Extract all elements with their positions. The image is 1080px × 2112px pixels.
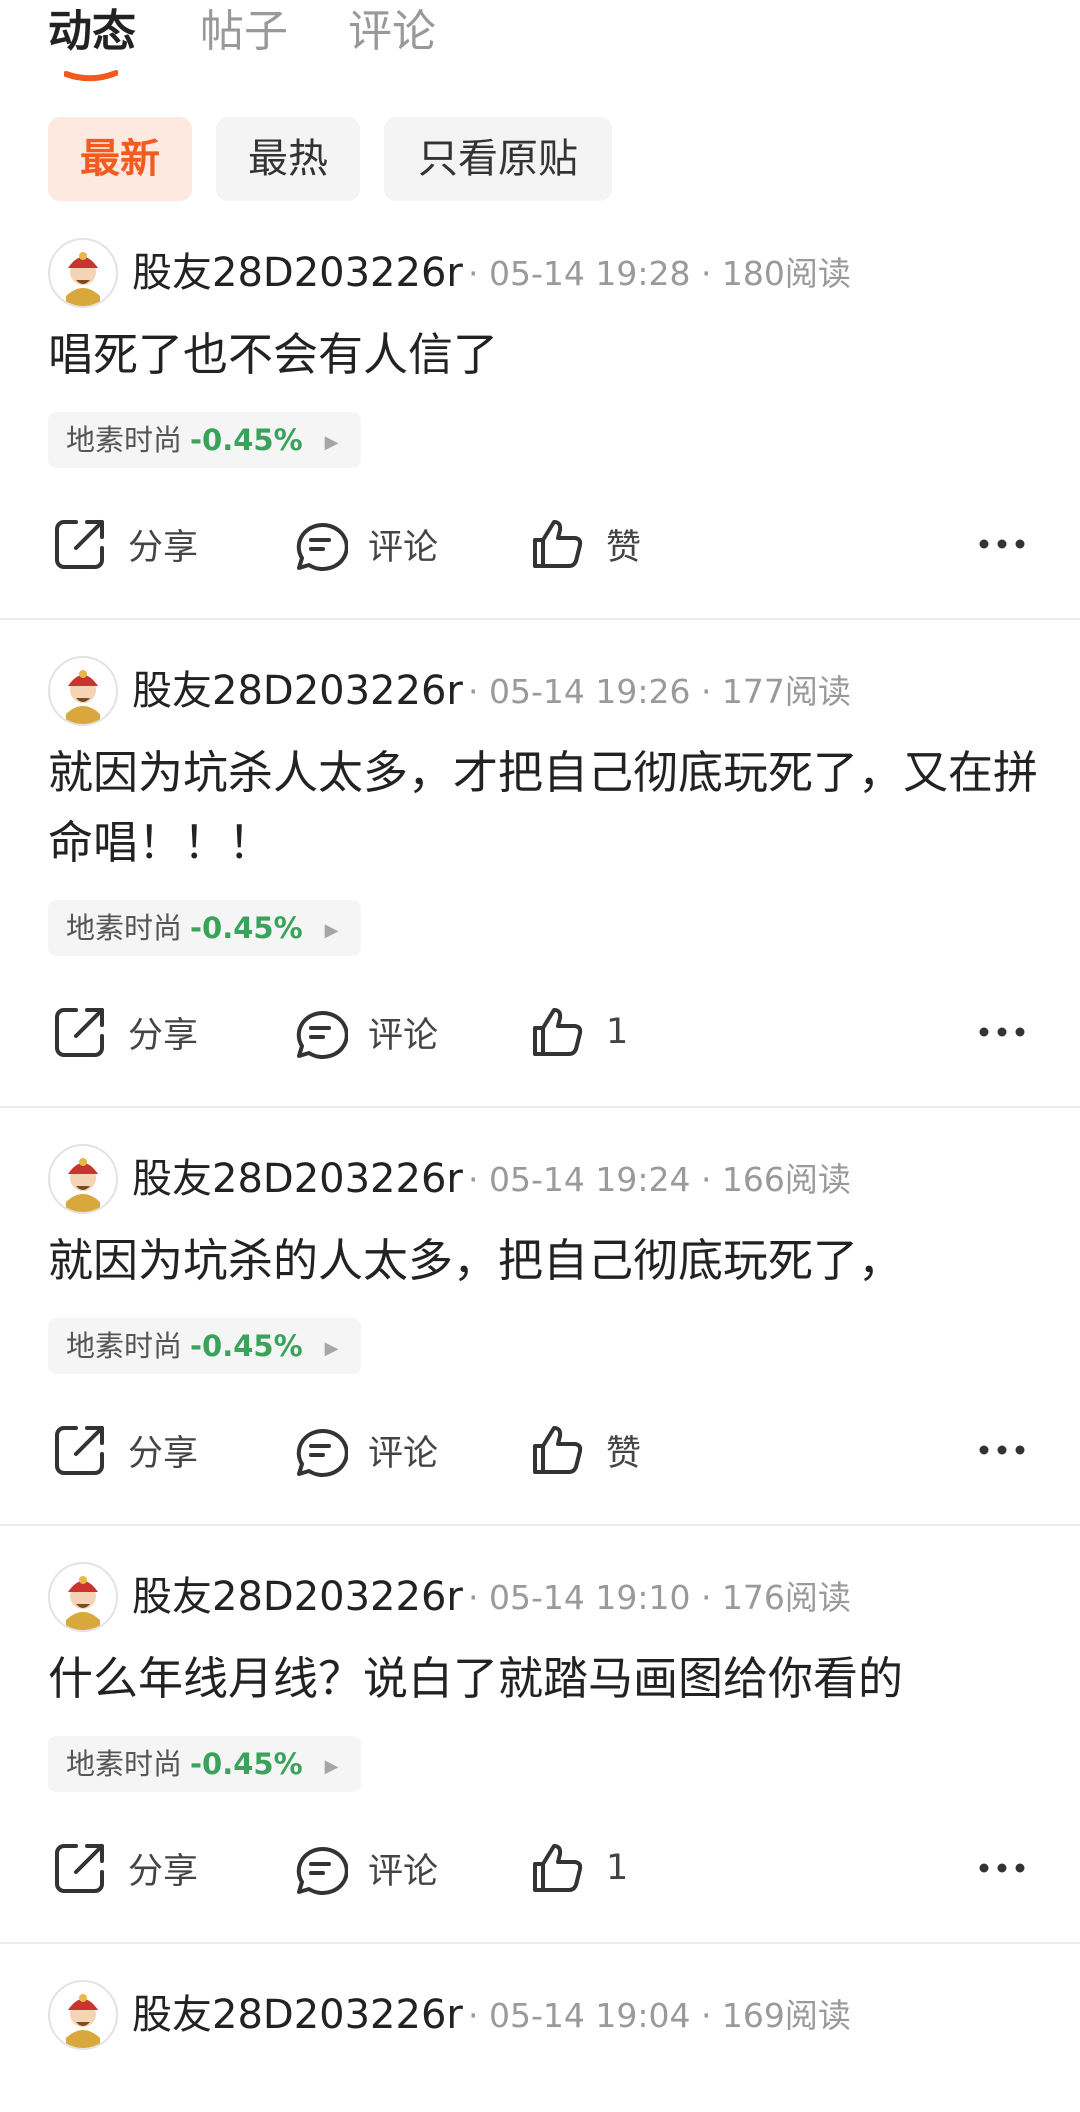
like-count: 1 <box>606 1848 629 1888</box>
user-avatar[interactable] <box>48 1980 118 2050</box>
tab-posts[interactable]: 帖子 <box>200 0 288 64</box>
more-icon[interactable] <box>978 524 1026 564</box>
stock-name: 地素时尚 <box>66 911 183 945</box>
share-button[interactable]: 分享 <box>52 992 198 1072</box>
post-actions: 分享 评论 1 <box>0 956 1080 1106</box>
post-content[interactable]: 就因为坑杀的人太多，把自己彻底玩死了， <box>48 1226 1040 1296</box>
comment-label: 评论 <box>368 1433 439 1474</box>
post-content[interactable]: 什么年线月线？说白了就踏马画图给你看的 <box>48 1644 1040 1714</box>
stock-change: -0.45% <box>190 1329 303 1363</box>
user-avatar[interactable] <box>48 238 118 308</box>
post-feed: 股友28D203226r · 05-14 19:28 · 180阅读 唱死了也不… <box>0 202 1080 2050</box>
play-arrow-icon: ▶ <box>324 1338 339 1359</box>
username[interactable]: 股友28D203226r <box>132 660 463 722</box>
comment-button[interactable]: 评论 <box>292 992 438 1072</box>
user-avatar[interactable] <box>48 1562 118 1632</box>
comment-label: 评论 <box>368 527 439 568</box>
comment-icon <box>296 1011 348 1059</box>
share-label: 分享 <box>128 1433 199 1474</box>
post-meta: · 05-14 19:10 · 176阅读 <box>468 1578 851 1617</box>
post-actions: 分享 评论 赞 <box>0 1374 1080 1524</box>
share-button[interactable]: 分享 <box>52 504 198 584</box>
share-icon <box>55 1426 104 1475</box>
play-arrow-icon: ▶ <box>324 920 339 941</box>
comment-label: 评论 <box>368 1851 439 1892</box>
stock-tag[interactable]: 地素时尚 -0.45% ▶ <box>48 1318 361 1374</box>
thumbs-up-icon <box>533 1008 583 1056</box>
username[interactable]: 股友28D203226r <box>132 242 463 304</box>
more-icon[interactable] <box>978 1430 1026 1470</box>
user-avatar[interactable] <box>48 656 118 726</box>
username[interactable]: 股友28D203226r <box>132 1984 463 2046</box>
share-button[interactable]: 分享 <box>52 1410 198 1490</box>
filter-original-only[interactable]: 只看原贴 <box>384 117 612 201</box>
stock-name: 地素时尚 <box>66 423 183 457</box>
more-icon[interactable] <box>978 1012 1026 1052</box>
play-arrow-icon: ▶ <box>324 432 339 453</box>
like-button[interactable]: 1 <box>530 992 628 1072</box>
stock-name: 地素时尚 <box>66 1747 183 1781</box>
like-button[interactable]: 赞 <box>530 1410 641 1490</box>
share-label: 分享 <box>128 1015 199 1056</box>
post-item: 股友28D203226r · 05-14 19:10 · 176阅读 什么年线月… <box>0 1526 1080 1944</box>
play-arrow-icon: ▶ <box>324 1756 339 1777</box>
tab-comments[interactable]: 评论 <box>348 0 436 64</box>
comment-button[interactable]: 评论 <box>292 1410 438 1490</box>
share-icon <box>55 1008 104 1057</box>
like-label: 赞 <box>606 1433 642 1474</box>
comment-button[interactable]: 评论 <box>292 1828 438 1908</box>
stock-change: -0.45% <box>190 911 303 945</box>
tab-bar: 动态 帖子 评论 <box>0 0 1080 92</box>
comment-icon <box>296 1847 348 1895</box>
more-icon[interactable] <box>978 1848 1026 1888</box>
post-item: 股友28D203226r · 05-14 19:04 · 169阅读 <box>0 1944 1080 2050</box>
comment-icon <box>296 1429 348 1477</box>
stock-change: -0.45% <box>190 423 303 457</box>
thumbs-up-icon <box>533 1844 583 1892</box>
stock-name: 地素时尚 <box>66 1329 183 1363</box>
post-meta: · 05-14 19:04 · 169阅读 <box>468 1996 851 2035</box>
like-button[interactable]: 赞 <box>530 504 641 584</box>
share-button[interactable]: 分享 <box>52 1828 198 1908</box>
tab-dynamics[interactable]: 动态 <box>48 0 136 64</box>
post-item: 股友28D203226r · 05-14 19:28 · 180阅读 唱死了也不… <box>0 202 1080 620</box>
share-label: 分享 <box>128 1851 199 1892</box>
active-tab-underline <box>64 70 118 82</box>
post-actions: 分享 评论 1 <box>0 1792 1080 1942</box>
username[interactable]: 股友28D203226r <box>132 1566 463 1628</box>
post-content[interactable]: 唱死了也不会有人信了 <box>48 320 1040 390</box>
user-avatar[interactable] <box>48 1144 118 1214</box>
thumbs-up-icon <box>533 520 583 568</box>
filter-latest[interactable]: 最新 <box>48 117 192 201</box>
stock-tag[interactable]: 地素时尚 -0.45% ▶ <box>48 900 361 956</box>
share-icon <box>55 520 104 569</box>
post-item: 股友28D203226r · 05-14 19:24 · 166阅读 就因为坑杀… <box>0 1108 1080 1526</box>
post-meta: · 05-14 19:28 · 180阅读 <box>468 254 851 293</box>
thumbs-up-icon <box>533 1426 583 1474</box>
share-label: 分享 <box>128 527 199 568</box>
comment-button[interactable]: 评论 <box>292 504 438 584</box>
post-actions: 分享 评论 赞 <box>0 468 1080 618</box>
stock-change: -0.45% <box>190 1747 303 1781</box>
stock-tag[interactable]: 地素时尚 -0.45% ▶ <box>48 1736 361 1792</box>
filter-bar: 最新 最热 只看原贴 <box>0 92 1080 202</box>
like-label: 赞 <box>606 527 642 568</box>
comment-label: 评论 <box>368 1015 439 1056</box>
share-icon <box>55 1844 104 1893</box>
post-meta: · 05-14 19:24 · 166阅读 <box>468 1160 851 1199</box>
like-button[interactable]: 1 <box>530 1828 628 1908</box>
stock-tag[interactable]: 地素时尚 -0.45% ▶ <box>48 412 361 468</box>
post-meta: · 05-14 19:26 · 177阅读 <box>468 672 851 711</box>
post-item: 股友28D203226r · 05-14 19:26 · 177阅读 就因为坑杀… <box>0 620 1080 1108</box>
comment-icon <box>296 523 348 571</box>
like-count: 1 <box>606 1012 629 1052</box>
filter-hottest[interactable]: 最热 <box>216 117 360 201</box>
username[interactable]: 股友28D203226r <box>132 1148 463 1210</box>
post-content[interactable]: 就因为坑杀人太多，才把自己彻底玩死了，又在拼命唱！！！ <box>48 738 1040 878</box>
